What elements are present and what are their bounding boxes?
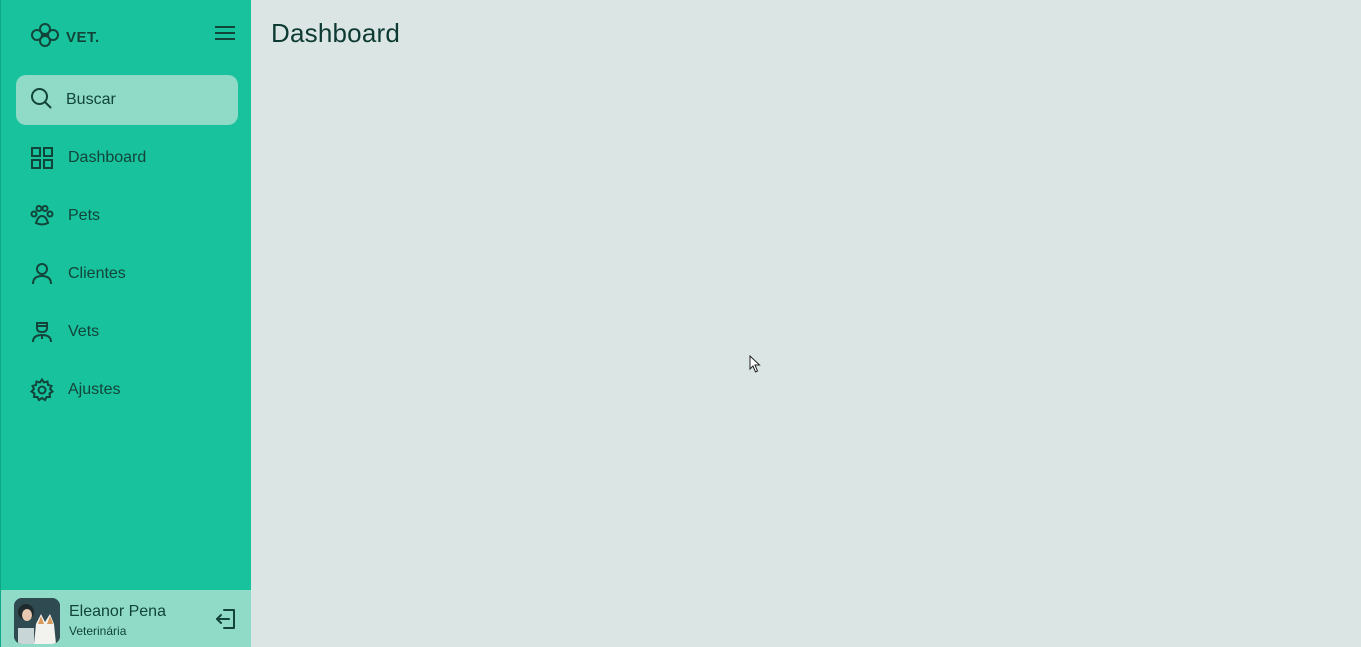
logout-icon: [214, 609, 238, 635]
user-profile: Eleanor Pena Veterinária: [1, 590, 251, 647]
sidebar-item-clientes[interactable]: Clientes: [16, 252, 238, 296]
sidebar-item-label: Ajustes: [68, 381, 121, 398]
search-box[interactable]: [16, 75, 238, 125]
logout-button[interactable]: [214, 607, 238, 631]
sidebar-item-dashboard[interactable]: Dashboard: [16, 136, 238, 180]
page-title: Dashboard: [271, 18, 400, 48]
paw-icon: [30, 204, 54, 228]
sidebar-item-pets[interactable]: Pets: [16, 194, 238, 238]
sidebar-item-label: Clientes: [68, 265, 126, 282]
sidebar-item-vets[interactable]: Vets: [16, 310, 238, 354]
sidebar-item-label: Vets: [68, 323, 100, 340]
doctor-icon: [30, 320, 54, 344]
search-icon: [30, 87, 52, 114]
brand[interactable]: VET.: [30, 21, 100, 54]
profile-name: Eleanor Pena: [69, 603, 166, 620]
grid-icon: [30, 146, 54, 170]
profile-role: Veterinária: [69, 624, 127, 638]
hamburger-icon: [215, 25, 235, 46]
user-icon: [30, 262, 54, 286]
brand-name: VET.: [66, 29, 100, 46]
paw-cluster-icon: [30, 21, 60, 54]
sidebar-item-label: Dashboard: [68, 149, 147, 166]
mouse-cursor-icon: [749, 354, 761, 373]
sidebar-item-label: Pets: [68, 207, 101, 224]
sidebar: VET. Dashboard: [0, 0, 251, 647]
gear-icon: [30, 378, 54, 402]
search-input[interactable]: [66, 91, 216, 109]
sidebar-item-ajustes[interactable]: Ajustes: [16, 368, 238, 412]
menu-toggle-button[interactable]: [214, 25, 236, 45]
avatar: [14, 598, 60, 644]
